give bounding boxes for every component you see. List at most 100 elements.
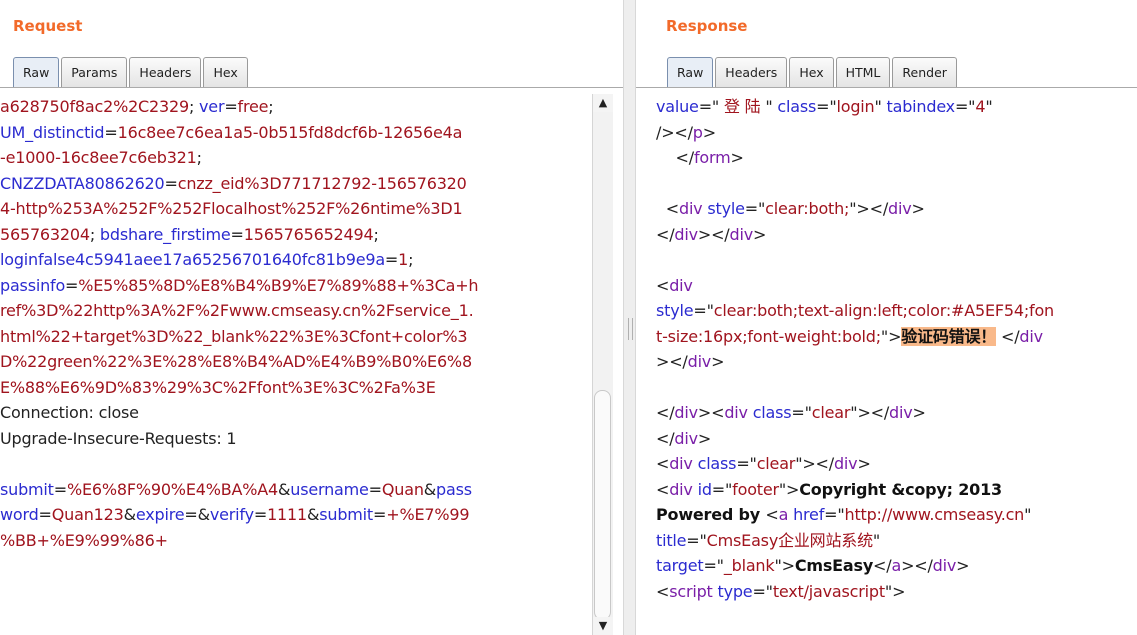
response-line: value=" 登 陆 " class="login" tabindex="4" — [656, 94, 1137, 120]
response-tab-render[interactable]: Render — [892, 57, 957, 87]
code-token: div — [674, 224, 698, 244]
response-pane: Response Raw Headers Hex HTML Render val… — [636, 0, 1137, 635]
code-token: ; — [89, 224, 100, 244]
code-token: type — [717, 581, 753, 601]
code-token: Powered by — [656, 505, 766, 524]
request-line: E%88%E6%9D%83%29%3C%2Ffont%3E%3C%2Fa%3E — [0, 375, 591, 401]
code-token: "></ — [849, 199, 889, 218]
request-line: %BB+%E9%99%86+ — [0, 528, 591, 554]
code-token: & — [123, 505, 136, 524]
scroll-down-icon[interactable]: ▼ — [593, 617, 613, 635]
code-token: ; — [408, 250, 414, 269]
code-token: </ — [873, 556, 892, 575]
code-token: = — [164, 173, 178, 193]
code-token: =" — [693, 301, 714, 320]
code-token: "> — [774, 556, 795, 575]
code-token: 4-http%253A%252F%252Flocalhost%252F%26nt… — [0, 199, 463, 218]
request-line: Upgrade-Insecure-Requests: 1 — [0, 426, 591, 452]
code-token: =" — [824, 505, 845, 524]
code-token: Quan123 — [51, 505, 124, 524]
response-line: </div></div> — [656, 222, 1137, 248]
response-tab-hex[interactable]: Hex — [789, 57, 834, 87]
code-token: = — [230, 224, 244, 244]
response-line: <div id="footer">Copyright &copy; 2013 — [656, 477, 1137, 503]
code-token: script — [669, 581, 713, 601]
code-token: </ — [996, 326, 1020, 346]
code-token: < — [656, 479, 670, 499]
response-line: <script type="text/javascript"> — [656, 579, 1137, 605]
scroll-up-icon[interactable]: ▲ — [593, 94, 613, 112]
response-line — [656, 171, 1137, 197]
request-tab-bar: Raw Params Headers Hex — [0, 54, 623, 88]
code-token: +%E7%99 — [386, 505, 470, 524]
code-token: -e1000-16c8ee7c6eb321 — [0, 148, 197, 167]
response-tab-html[interactable]: HTML — [835, 57, 891, 87]
response-raw-editor[interactable]: value=" 登 陆 " class="login" tabindex="4"… — [656, 94, 1137, 635]
code-token: text/javascript — [772, 581, 885, 601]
request-tab-hex[interactable]: Hex — [203, 57, 248, 87]
code-token: 16c8ee7c6ea1a5-0b515fd8dcf6b-12656e4a — [117, 122, 463, 142]
code-token: verify — [209, 505, 254, 524]
code-token: loginfalse4c5941aee17a65256701640fc81b9e… — [0, 250, 385, 269]
code-token: E%88%E6%9D%83%29%3C%2Ffont%3E%3C%2Fa%3E — [0, 377, 436, 397]
code-token: div — [1019, 326, 1043, 346]
code-token: =" — [816, 97, 837, 116]
request-tab-params[interactable]: Params — [61, 57, 128, 87]
code-token: 565763204 — [0, 224, 90, 244]
request-scrollbar[interactable]: ▲ ▼ — [592, 94, 613, 635]
pane-splitter[interactable] — [623, 0, 636, 635]
code-token: 登 陆 — [719, 97, 766, 116]
search-highlight: 验证码错误！ — [901, 326, 997, 346]
code-token: >< — [697, 403, 725, 422]
code-token: ; — [188, 97, 200, 116]
response-line: t-size:16px;font-weight:bold;">验证码错误！ </… — [656, 324, 1137, 350]
code-token: < — [765, 505, 779, 524]
response-line: <div class="clear"></div> — [656, 451, 1137, 477]
code-token: > — [702, 122, 716, 142]
code-token: title — [656, 530, 687, 550]
code-token: =" — [736, 454, 757, 473]
scrollbar-thumb[interactable] — [594, 390, 611, 620]
code-token: =" — [752, 581, 773, 601]
code-token: > — [697, 428, 712, 448]
code-token: =" — [703, 556, 724, 575]
request-pane: Request Raw Params Headers Hex a628750f8… — [0, 0, 623, 635]
response-line — [656, 375, 1137, 401]
code-token: = — [224, 97, 238, 116]
code-token: id — [697, 479, 712, 499]
code-token: div — [932, 556, 957, 575]
code-token: < — [656, 199, 679, 218]
code-token: a — [891, 556, 902, 575]
code-token: CmsEasy企业网站系统 — [706, 530, 873, 550]
code-token: div — [724, 403, 748, 422]
code-token: > — [956, 556, 970, 575]
response-tab-raw[interactable]: Raw — [667, 57, 714, 87]
request-tab-headers[interactable]: Headers — [129, 57, 202, 87]
code-token: div — [888, 199, 912, 218]
response-tab-headers[interactable]: Headers — [715, 57, 788, 87]
request-line: passinfo=%E5%85%8D%E8%B4%B9%E7%89%88+%3C… — [0, 273, 591, 299]
code-token: tabindex — [886, 97, 956, 116]
code-token: " — [1024, 505, 1032, 524]
request-line: Connection: close — [0, 400, 591, 426]
code-token: %BB+%E9%99%86+ — [0, 530, 168, 550]
code-token: div — [674, 403, 698, 422]
code-token: 4 — [975, 97, 986, 116]
code-token: div — [669, 479, 693, 499]
code-token: "> — [880, 326, 902, 346]
code-token: =" — [698, 97, 720, 116]
code-token: html%22+target%3D%22_blank%22%3E%3Cfont+… — [0, 326, 468, 346]
request-tab-raw[interactable]: Raw — [13, 57, 60, 87]
code-token: target — [656, 556, 704, 575]
code-token: div — [729, 224, 754, 244]
code-token: 1565765652494 — [243, 224, 374, 244]
code-token: ; — [373, 224, 379, 244]
splitter-grip-icon[interactable] — [628, 318, 633, 340]
response-line: </div><div class="clear"></div> — [656, 400, 1137, 426]
code-token: div — [889, 403, 913, 422]
request-raw-editor[interactable]: a628750f8ac2%2C2329; ver=free; UM_distinc… — [0, 94, 591, 635]
code-token: = — [65, 275, 79, 295]
